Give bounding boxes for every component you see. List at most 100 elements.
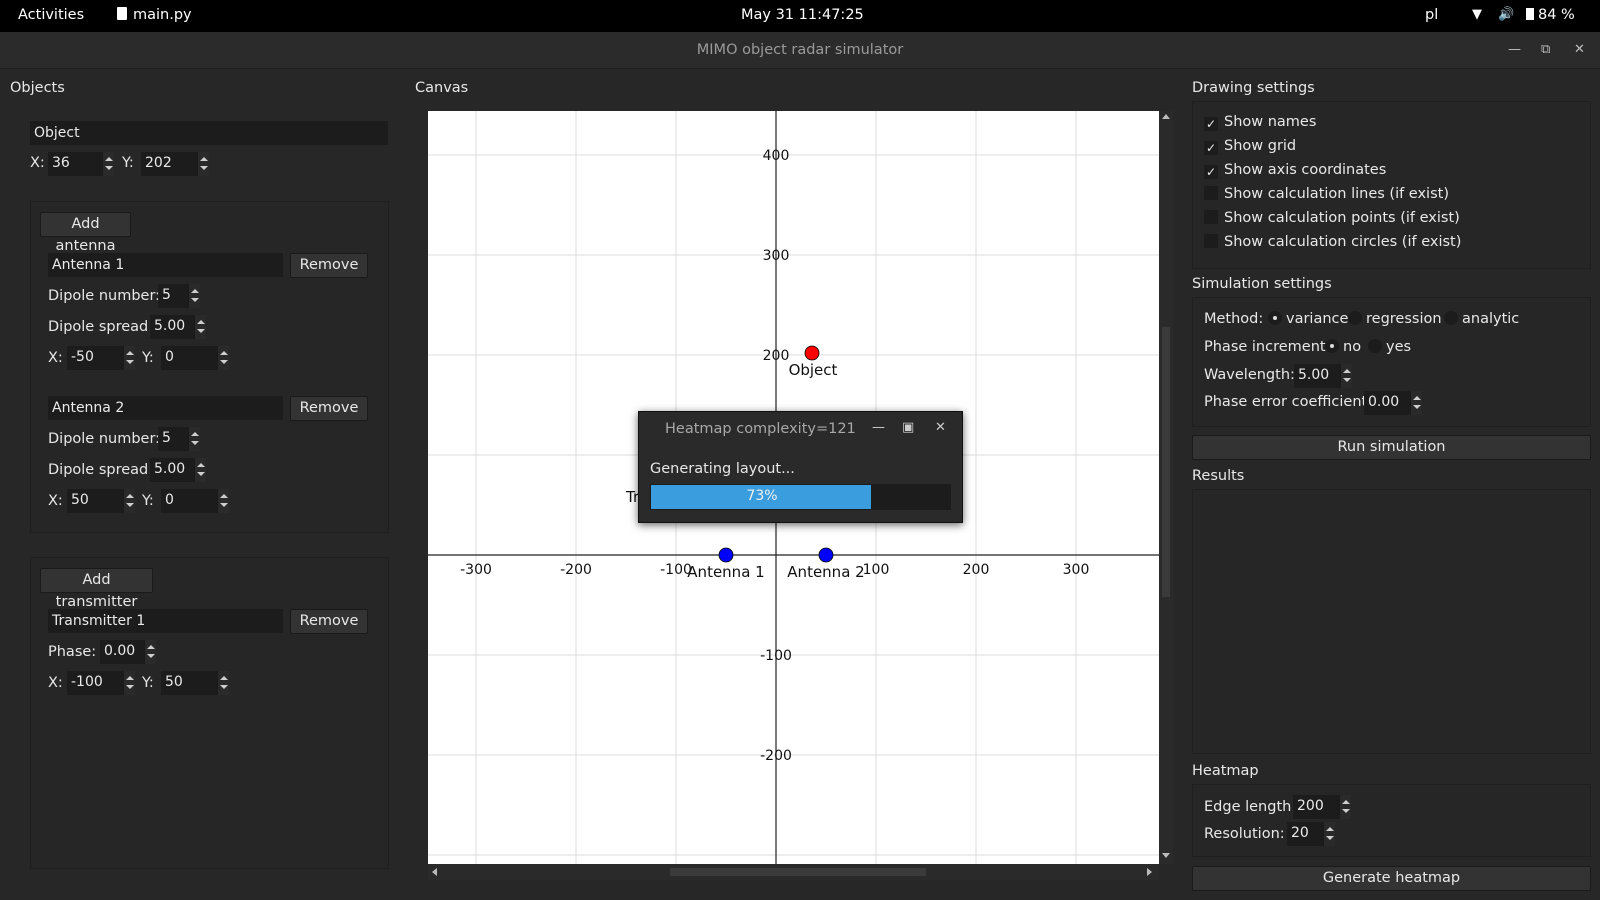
antenna-1-x-value: -50 <box>71 349 94 365</box>
method-variance-radio[interactable]: variance <box>1268 311 1348 327</box>
clock[interactable]: May 31 11:47:25 <box>741 7 864 23</box>
volume-icon[interactable]: 🔊 <box>1498 7 1514 22</box>
scroll-right-icon[interactable] <box>1147 868 1152 876</box>
wifi-icon[interactable]: ▼ <box>1472 7 1482 22</box>
point-label: Antenna 1 <box>687 563 764 581</box>
run-simulation-button[interactable]: Run simulation <box>1192 435 1591 460</box>
antenna-2-x-spinbox[interactable]: 50 <box>67 489 135 513</box>
wavelength-spinbox[interactable]: 5.00 <box>1294 364 1352 388</box>
spin-arrows-icon[interactable] <box>1323 822 1335 846</box>
object-name-input[interactable]: Object <box>30 121 388 145</box>
canvas-header: Canvas <box>415 80 469 96</box>
method-regression-radio[interactable]: regression <box>1348 311 1442 327</box>
system-top-bar: Activities main.py May 31 11:47:25 pl ▼ … <box>0 0 1600 32</box>
transmitter-1-remove-button[interactable]: Remove <box>290 609 368 634</box>
spin-arrows-icon[interactable] <box>1340 364 1352 388</box>
dialog-title: Heatmap complexity=121 <box>665 421 856 437</box>
radio-icon <box>1325 339 1339 353</box>
spin-arrows-icon[interactable] <box>217 489 229 513</box>
battery-icon[interactable]: 84 % <box>1526 7 1575 23</box>
spin-arrows-icon[interactable] <box>188 284 200 308</box>
antenna-2-y-spinbox[interactable]: 0 <box>161 489 229 513</box>
vertical-scrollbar[interactable] <box>1159 111 1173 864</box>
app-menu[interactable]: main.py <box>117 7 192 23</box>
antenna-2-dipole-number-value: 5 <box>162 430 171 446</box>
spin-arrows-icon[interactable] <box>217 346 229 370</box>
transmitter-1-x-label: X: <box>48 675 63 691</box>
method-analytic-radio[interactable]: analytic <box>1444 311 1519 327</box>
drawing-option-4[interactable]: Show calculation points (if exist) <box>1204 210 1460 226</box>
close-icon[interactable]: ✕ <box>1574 42 1585 57</box>
spin-arrows-icon[interactable] <box>144 640 156 664</box>
transmitter-1-y-spinbox[interactable]: 50 <box>161 671 229 695</box>
drawing-option-label: Show calculation circles (if exist) <box>1224 234 1462 250</box>
drawing-option-2[interactable]: ✓ Show axis coordinates <box>1204 162 1386 179</box>
drawing-option-1[interactable]: ✓ Show grid <box>1204 138 1296 155</box>
heatmap-header: Heatmap <box>1192 763 1259 779</box>
point-label: Object <box>789 361 838 379</box>
antenna-2-remove-button[interactable]: Remove <box>290 396 368 421</box>
antenna-1-x-label: X: <box>48 350 63 366</box>
drawing-option-0[interactable]: ✓ Show names <box>1204 114 1316 131</box>
object-y-label: Y: <box>122 155 134 171</box>
maximize-icon[interactable]: ⧉ <box>1541 42 1550 57</box>
spin-arrows-icon[interactable] <box>1339 795 1351 819</box>
generate-heatmap-button[interactable]: Generate heatmap <box>1192 866 1591 891</box>
phase-error-spinbox[interactable]: 0.00 <box>1364 391 1422 415</box>
antenna-1-y-label: Y: <box>142 350 154 366</box>
spin-arrows-icon[interactable] <box>197 152 209 176</box>
resolution-spinbox[interactable]: 20 <box>1287 822 1335 846</box>
antenna-1-name-input[interactable]: Antenna 1 <box>48 253 283 277</box>
drawing-option-3[interactable]: Show calculation lines (if exist) <box>1204 186 1449 202</box>
spin-arrows-icon[interactable] <box>102 152 114 176</box>
phase-increment-no-radio[interactable]: no <box>1325 339 1361 355</box>
antenna-1-x-spinbox[interactable]: -50 <box>67 346 135 370</box>
antenna-1-dipole-spread-label: Dipole spread: <box>48 319 154 335</box>
transmitter-1-x-spinbox[interactable]: -100 <box>67 671 135 695</box>
phase-increment-yes-radio[interactable]: yes <box>1368 339 1411 355</box>
horizontal-scroll-thumb[interactable] <box>670 868 926 876</box>
add-antenna-button[interactable]: Add antenna <box>40 212 131 254</box>
simulation-settings-header: Simulation settings <box>1192 276 1332 292</box>
transmitter-1-name-input[interactable]: Transmitter 1 <box>48 609 283 633</box>
point-marker <box>818 547 834 563</box>
antenna-1-remove-button[interactable]: Remove <box>290 253 368 278</box>
antenna-2-name-input[interactable]: Antenna 2 <box>48 396 283 420</box>
activities-button[interactable]: Activities <box>18 7 84 23</box>
spin-arrows-icon[interactable] <box>1410 391 1422 415</box>
antenna-2-dipole-spread-spinbox[interactable]: 5.00 <box>150 458 206 482</box>
dialog-maximize-icon[interactable]: ▣ <box>902 420 914 435</box>
keyboard-layout[interactable]: pl <box>1425 7 1438 23</box>
object-x-spinbox[interactable]: 36 <box>48 152 114 176</box>
object-y-spinbox[interactable]: 202 <box>141 152 209 176</box>
method-analytic-label: analytic <box>1462 311 1520 327</box>
vertical-scroll-thumb[interactable] <box>1162 327 1170 597</box>
scroll-left-icon[interactable] <box>432 868 437 876</box>
point-marker <box>804 345 820 361</box>
dialog-minimize-icon[interactable]: — <box>872 420 885 435</box>
horizontal-scrollbar[interactable] <box>428 864 1159 880</box>
spin-arrows-icon[interactable] <box>123 346 135 370</box>
spin-arrows-icon[interactable] <box>123 489 135 513</box>
spin-arrows-icon[interactable] <box>194 315 206 339</box>
drawing-option-label: Show calculation lines (if exist) <box>1224 186 1449 202</box>
method-regression-label: regression <box>1366 311 1442 327</box>
spin-arrows-icon[interactable] <box>217 671 229 695</box>
antenna-1-y-spinbox[interactable]: 0 <box>161 346 229 370</box>
minimize-icon[interactable]: — <box>1508 42 1521 57</box>
add-transmitter-button[interactable]: Add transmitter <box>40 568 153 610</box>
scroll-up-icon[interactable] <box>1162 114 1170 119</box>
edge-length-spinbox[interactable]: 200 <box>1293 795 1351 819</box>
antenna-1-dipole-number-spinbox[interactable]: 5 <box>158 284 200 308</box>
objects-header: Objects <box>10 80 65 96</box>
spin-arrows-icon[interactable] <box>123 671 135 695</box>
transmitter-1-phase-spinbox[interactable]: 0.00 <box>100 640 156 664</box>
dialog-close-icon[interactable]: ✕ <box>935 420 946 435</box>
antenna-2-dipole-number-spinbox[interactable]: 5 <box>158 427 200 451</box>
antenna-1-dipole-spread-spinbox[interactable]: 5.00 <box>150 315 206 339</box>
spin-arrows-icon[interactable] <box>194 458 206 482</box>
scroll-down-icon[interactable] <box>1162 853 1170 858</box>
x-tick-label: -200 <box>560 562 592 578</box>
spin-arrows-icon[interactable] <box>188 427 200 451</box>
drawing-option-5[interactable]: Show calculation circles (if exist) <box>1204 234 1461 250</box>
